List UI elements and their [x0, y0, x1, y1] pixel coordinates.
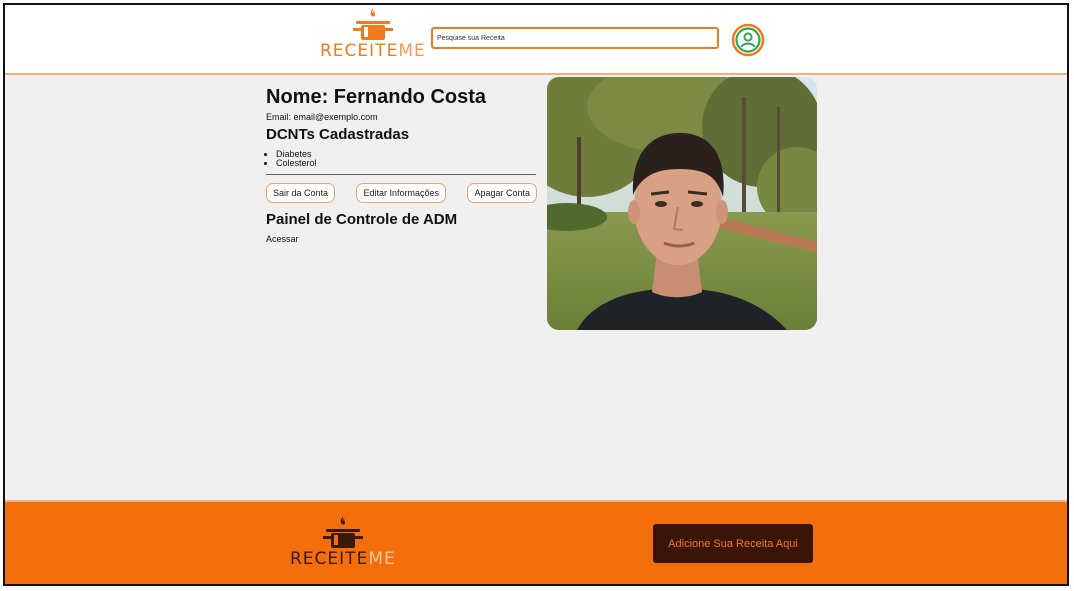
footer: RECEITEME Adicione Sua Receita Aqui [5, 500, 1067, 584]
add-recipe-button[interactable]: Adicione Sua Receita Aqui [653, 524, 813, 563]
admin-access-link[interactable]: Acessar [266, 234, 299, 244]
dcnt-title: DCNTs Cadastradas [266, 126, 410, 143]
profile-email: Email: email@exemplo.com [266, 112, 378, 122]
delete-account-button[interactable]: Apagar Conta [467, 183, 537, 203]
flame-icon [340, 516, 345, 525]
edit-info-button[interactable]: Editar Informações [356, 183, 447, 203]
search-input[interactable] [431, 27, 719, 49]
logo[interactable]: RECEITEME [320, 7, 426, 60]
logo-text: RECEITEME [320, 41, 426, 61]
profile-info: Nome: Fernando Costa Email: email@exempl… [266, 85, 538, 247]
logout-button[interactable]: Sair da Conta [266, 183, 336, 203]
profile-photo [547, 77, 817, 330]
footer-logo[interactable]: RECEITEME [290, 515, 396, 568]
account-actions: Sair da Conta Editar Informações Apagar … [266, 183, 537, 203]
logo-text: RECEITEME [290, 549, 396, 569]
header: RECEITEME [5, 5, 1067, 75]
pot-icon [322, 529, 363, 548]
admin-panel-title: Painel de Controle de ADM [266, 211, 458, 228]
dcnt-list: Diabetes Colesterol [266, 150, 538, 168]
list-item: Colesterol [276, 159, 538, 168]
flame-icon [370, 8, 375, 17]
user-circle-icon[interactable] [731, 23, 765, 57]
pot-icon [352, 21, 393, 40]
divider [266, 174, 536, 175]
page-frame: RECEITEME Nome: Fernando Costa Email: em… [3, 3, 1069, 586]
profile-name: Nome: Fernando Costa [266, 86, 487, 108]
